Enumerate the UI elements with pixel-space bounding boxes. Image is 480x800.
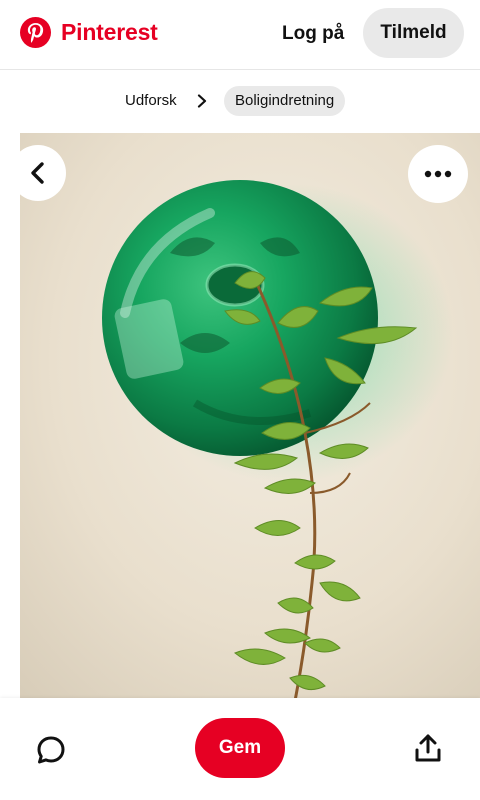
- more-options-button[interactable]: [408, 145, 468, 203]
- pinterest-logo[interactable]: Pinterest: [20, 17, 158, 48]
- chevron-right-icon: [197, 94, 207, 108]
- share-button[interactable]: [410, 730, 446, 766]
- signup-button[interactable]: Tilmeld: [363, 8, 464, 58]
- login-link[interactable]: Log på: [282, 20, 344, 48]
- ellipsis-icon: [424, 170, 452, 178]
- chevron-left-icon: [31, 162, 44, 184]
- breadcrumb: Udforsk Boligindretning: [0, 86, 480, 116]
- breadcrumb-category-pill[interactable]: Boligindretning: [224, 86, 346, 116]
- comment-button[interactable]: [33, 732, 69, 768]
- comment-icon: [37, 736, 65, 764]
- brand-name: Pinterest: [61, 19, 158, 45]
- back-button[interactable]: [10, 145, 66, 201]
- share-icon: [415, 734, 441, 762]
- header: Pinterest Log på Tilmeld: [0, 0, 480, 70]
- bottom-action-bar: Gem: [0, 698, 480, 800]
- pin-image-container[interactable]: [20, 133, 480, 701]
- pinterest-logo-icon: [20, 17, 51, 48]
- pin-image: [20, 133, 480, 701]
- save-button[interactable]: Gem: [195, 718, 285, 778]
- breadcrumb-explore-link[interactable]: Udforsk: [125, 86, 177, 116]
